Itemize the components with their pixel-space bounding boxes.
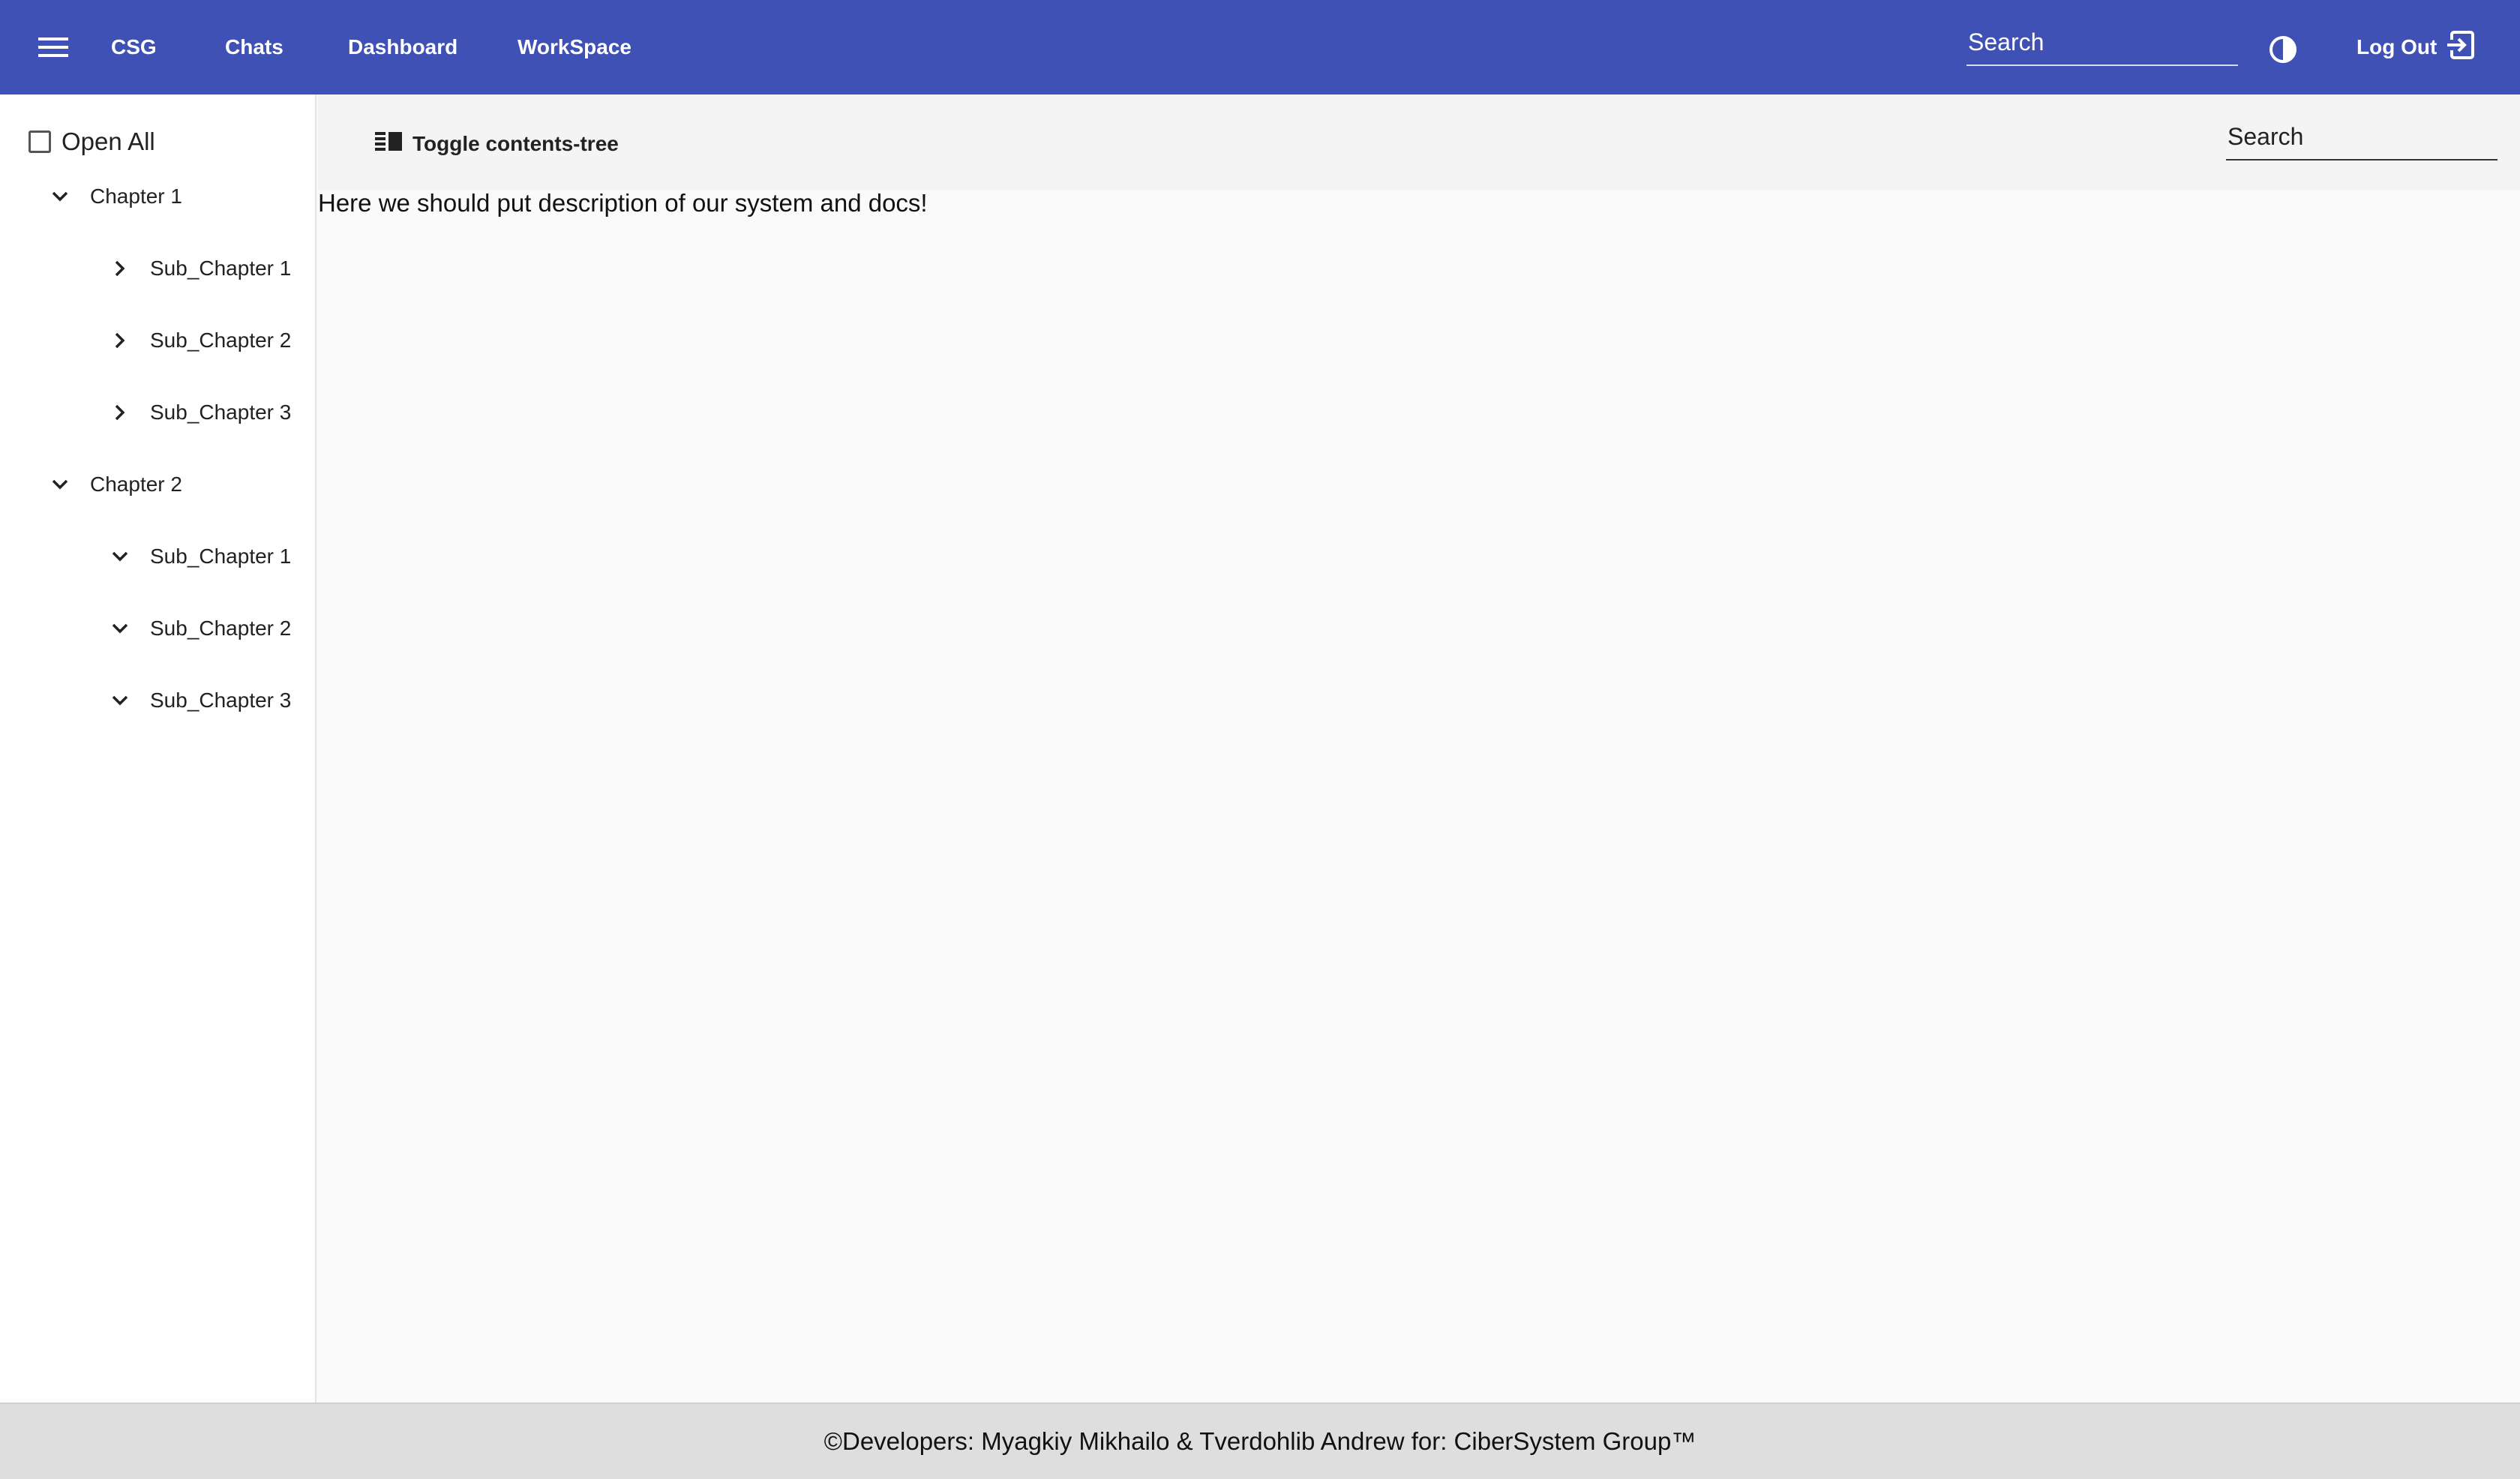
logout-label: Log Out [2356, 35, 2438, 58]
page-description: Here we should put description of our sy… [318, 189, 928, 217]
tree-node-chapter-1[interactable]: Chapter 1 [45, 174, 182, 219]
content-search-field [2226, 117, 2498, 160]
contrast-icon[interactable] [2262, 28, 2304, 70]
content-search-input[interactable] [2226, 117, 2498, 156]
logout-button[interactable]: Log Out [2346, 22, 2486, 72]
tree-node-label: Sub_Chapter 1 [150, 256, 292, 280]
chevron-down-icon[interactable] [105, 614, 135, 644]
tree-node-chapter-2-sub-1[interactable]: Sub_Chapter 1 [105, 534, 291, 579]
footer-credits: ©Developers: Myagkiy Mikhailo & Tverdohl… [824, 1427, 1696, 1455]
content-toolbar: Toggle contents-tree [318, 94, 2520, 190]
tree-node-label: Chapter 2 [90, 472, 182, 496]
tree-node-chapter-1-sub-1[interactable]: Sub_Chapter 1 [105, 246, 291, 291]
tree-node-chapter-2[interactable]: Chapter 2 [45, 462, 182, 507]
chevron-right-icon[interactable] [105, 254, 135, 284]
top-app-bar: CSG Chats Dashboard WorkSpace Log Out [0, 0, 2520, 94]
tree-node-label: Sub_Chapter 2 [150, 616, 292, 640]
tree-node-chapter-2-sub-3[interactable]: Sub_Chapter 3 [105, 678, 291, 723]
tree-node-label: Sub_Chapter 2 [150, 328, 292, 352]
tree-node-label: Sub_Chapter 3 [150, 688, 292, 712]
checkbox-icon[interactable] [28, 130, 51, 153]
logout-icon [2444, 29, 2476, 66]
chevron-down-icon[interactable] [45, 182, 75, 212]
tree-node-label: Sub_Chapter 3 [150, 400, 292, 424]
header-search-input[interactable] [1966, 22, 2238, 62]
contents-tree-sidebar: Open All Chapter 1 Sub_Chapter 1 Sub_Cha… [0, 94, 316, 1402]
open-all-checkbox[interactable]: Open All [28, 128, 155, 156]
chevron-down-icon[interactable] [45, 470, 75, 500]
chevron-right-icon[interactable] [105, 326, 135, 356]
chevron-down-icon[interactable] [105, 542, 135, 572]
tree-node-label: Chapter 1 [90, 184, 182, 208]
nav-csg-link[interactable]: CSG [111, 0, 157, 94]
header-search-field [1966, 22, 2238, 66]
tree-node-chapter-1-sub-2[interactable]: Sub_Chapter 2 [105, 318, 291, 363]
nav-workspace-link[interactable]: WorkSpace [518, 0, 632, 94]
toggle-contents-tree-label: Toggle contents-tree [412, 132, 619, 155]
toggle-contents-tree-button[interactable]: Toggle contents-tree [364, 123, 629, 165]
toc-icon [375, 130, 404, 158]
chevron-right-icon[interactable] [105, 398, 135, 428]
nav-chats-link[interactable]: Chats [225, 0, 284, 94]
page-footer: ©Developers: Myagkiy Mikhailo & Tverdohl… [0, 1402, 2520, 1479]
tree-node-chapter-2-sub-2[interactable]: Sub_Chapter 2 [105, 606, 291, 651]
open-all-label: Open All [62, 128, 155, 155]
hamburger-menu-icon[interactable] [27, 25, 80, 70]
chevron-down-icon[interactable] [105, 686, 135, 716]
nav-dashboard-link[interactable]: Dashboard [348, 0, 458, 94]
tree-node-label: Sub_Chapter 1 [150, 544, 292, 568]
tree-node-chapter-1-sub-3[interactable]: Sub_Chapter 3 [105, 390, 291, 435]
